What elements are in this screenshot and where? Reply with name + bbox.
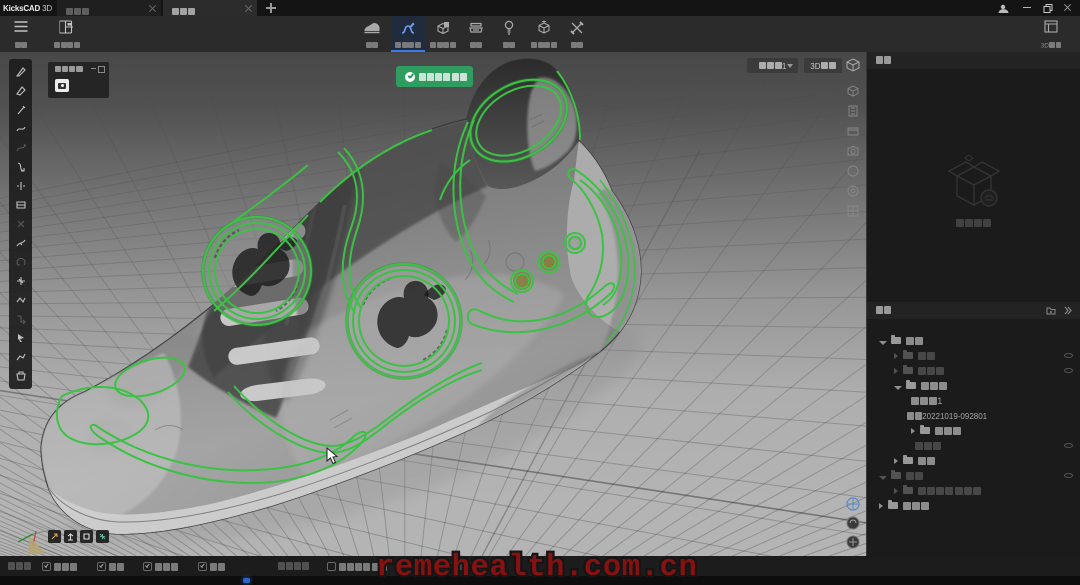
svg-text:remehealth.com.cn: remehealth.com.cn [376, 551, 697, 585]
